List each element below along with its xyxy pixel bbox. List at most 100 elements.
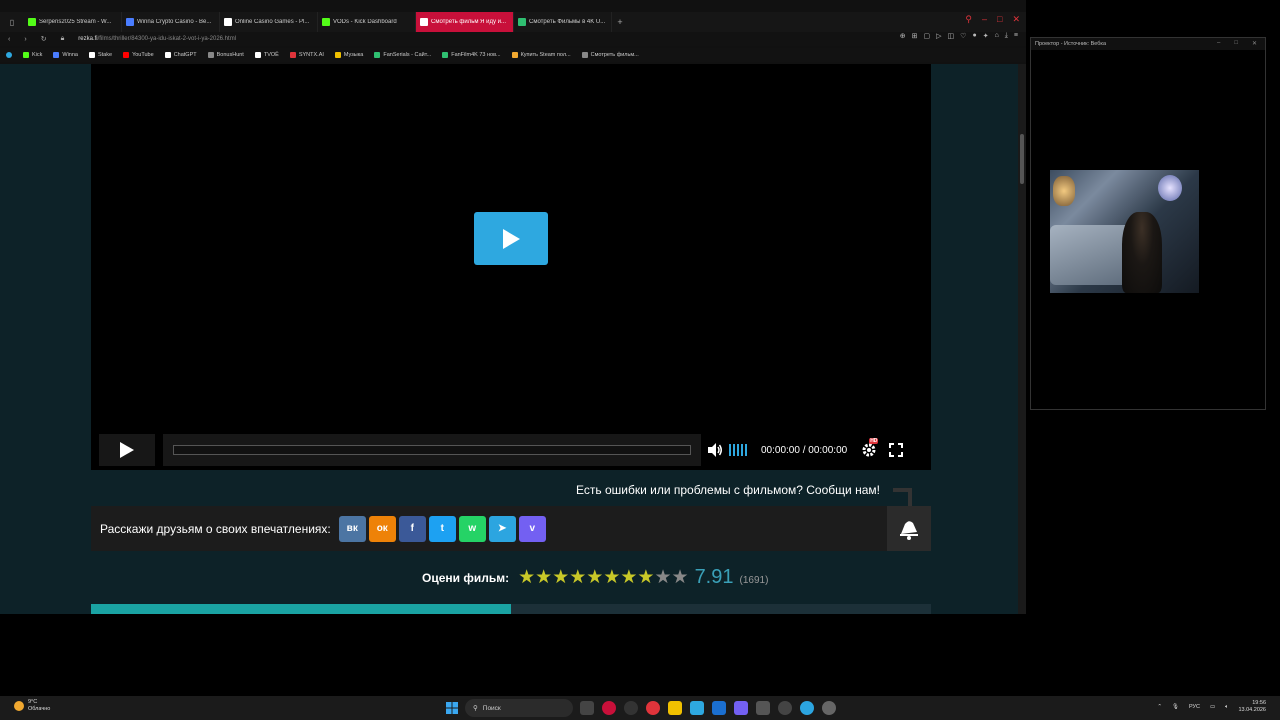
volume-icon[interactable] xyxy=(707,442,723,458)
bookmark-item[interactable]: Купить Steam пол... xyxy=(511,52,571,58)
projector-minimize[interactable]: – xyxy=(1217,40,1220,47)
weather-widget[interactable]: 9°C Облачно xyxy=(14,699,50,713)
browser-tab[interactable]: Winna Crypto Casino - Be... xyxy=(122,12,220,32)
task-view-icon[interactable] xyxy=(580,701,594,715)
bookmark-item[interactable]: BonusHunt xyxy=(207,52,244,58)
bookmark-item[interactable]: Kick xyxy=(23,52,42,58)
bookmark-item[interactable]: ChatGPT xyxy=(164,52,197,58)
rating-star[interactable]: ★ xyxy=(518,568,535,587)
share-viber-button[interactable]: v xyxy=(518,515,546,542)
tick-app-icon[interactable] xyxy=(690,701,704,715)
share-facebook-button[interactable]: f xyxy=(398,515,426,542)
browser-tab[interactable]: Смотреть фильм Я иду и... xyxy=(416,12,514,32)
explorer-icon[interactable] xyxy=(668,701,682,715)
rating-star[interactable]: ★ xyxy=(654,568,671,587)
share-odnoklassniki-button[interactable]: ок xyxy=(368,515,396,542)
network-icon[interactable]: ▭ xyxy=(1210,704,1215,710)
windows-start-icon[interactable] xyxy=(446,702,458,714)
bookmark-item[interactable]: Музыка xyxy=(334,52,363,58)
bookmark-favicon-icon xyxy=(442,52,449,58)
page-scrollbar[interactable] xyxy=(1018,64,1026,614)
lock-icon[interactable]: ⌂ xyxy=(995,32,999,40)
browser-tab[interactable]: Online Casino Games - Pl... xyxy=(220,12,318,32)
download-icon[interactable]: ⤓ xyxy=(1005,32,1008,40)
rating-star[interactable]: ★ xyxy=(672,568,689,587)
rating-stars[interactable]: ★ ★ ★ ★ ★ ★ ★ ★ ★ ★ xyxy=(518,568,688,587)
bookmark-item[interactable]: SYNTX.AI xyxy=(289,52,324,58)
screenshot-icon[interactable]: ▢ xyxy=(924,32,931,40)
browser-tab[interactable]: VODs - Kick Dashboard xyxy=(318,12,416,32)
apps-icon[interactable] xyxy=(6,52,12,58)
close-button[interactable]: ✕ xyxy=(1012,14,1020,25)
extensions-icon[interactable]: ✦ xyxy=(983,32,989,40)
bookmark-item[interactable]: YouTube xyxy=(123,52,154,58)
maximize-button[interactable]: □ xyxy=(997,14,1002,25)
share-whatsapp-button[interactable]: w xyxy=(458,515,486,542)
clock[interactable]: 19:56 13.04.2026 xyxy=(1238,700,1266,714)
rating-star[interactable]: ★ xyxy=(569,568,586,587)
active-tab-indicator[interactable] xyxy=(91,604,511,614)
report-problem-link[interactable]: Есть ошибки или проблемы с фильмом? Сооб… xyxy=(576,483,880,497)
site-info-icon[interactable]: 🔒︎ xyxy=(61,35,65,43)
opera-gx-icon[interactable] xyxy=(624,701,638,715)
twitch-icon[interactable] xyxy=(734,701,748,715)
forward-button[interactable]: › xyxy=(24,36,26,43)
bookmark-icon[interactable]: ⊞ xyxy=(912,32,918,40)
tray-overflow-icon[interactable]: ⌃ xyxy=(1157,704,1162,710)
bookmark-label: TVOЁ xyxy=(263,52,279,58)
rating-star[interactable]: ★ xyxy=(603,568,620,587)
obs-icon[interactable] xyxy=(778,701,792,715)
speaker-icon[interactable]: 🔈︎ xyxy=(1225,704,1228,711)
bookmark-item[interactable]: Stake xyxy=(88,52,112,58)
wallet-icon[interactable]: ◫ xyxy=(948,32,955,40)
language-indicator[interactable]: РУС xyxy=(1189,704,1200,710)
zoom-icon[interactable]: ⊕ xyxy=(900,32,906,40)
share-vk-button[interactable]: вк xyxy=(338,515,366,542)
profile-icon[interactable]: ● xyxy=(972,32,976,40)
bookmark-item[interactable]: TVOЁ xyxy=(254,52,279,58)
heart-icon[interactable]: ♡ xyxy=(960,32,966,40)
progress-track[interactable] xyxy=(163,434,701,466)
url-field[interactable]: rezka.fi/films/thriller/84300-ya-idu-isk… xyxy=(78,36,236,42)
tab-list-icon[interactable]: ▯ xyxy=(0,12,24,32)
menu-icon[interactable]: ≡ xyxy=(1014,32,1018,40)
play-button[interactable] xyxy=(99,434,155,466)
bookmark-item[interactable]: Смотреть фильм... xyxy=(581,52,639,58)
rating-star[interactable]: ★ xyxy=(620,568,637,587)
rating-star[interactable]: ★ xyxy=(552,568,569,587)
telegram-icon[interactable] xyxy=(800,701,814,715)
share-telegram-button[interactable]: ➤ xyxy=(488,515,516,542)
notify-button[interactable] xyxy=(887,506,931,551)
back-button[interactable]: ‹ xyxy=(8,36,10,43)
browser-tab[interactable]: Смотреть Фильмы в 4K U... xyxy=(514,12,612,32)
browser-tab[interactable]: Serpens2025 Stream - W... xyxy=(24,12,122,32)
mic-icon[interactable]: 🎙︎ xyxy=(1172,704,1179,710)
rating-star[interactable]: ★ xyxy=(586,568,603,587)
bookmark-item[interactable]: Winna xyxy=(53,52,78,58)
opera-icon[interactable] xyxy=(602,701,616,715)
big-play-button[interactable] xyxy=(474,212,548,265)
minimize-button[interactable]: – xyxy=(982,14,987,25)
defender-icon[interactable] xyxy=(712,701,726,715)
projector-maximize[interactable]: □ xyxy=(1234,40,1238,47)
scroll-thumb[interactable] xyxy=(1020,134,1024,184)
bookmark-item[interactable]: FanFilm4K 73 нов... xyxy=(442,52,501,58)
share-twitter-button[interactable]: t xyxy=(428,515,456,542)
player-icon[interactable]: ▷ xyxy=(936,32,941,40)
volume-slider[interactable] xyxy=(729,444,747,456)
video-player[interactable]: 00:00:00 / 00:00:00 HD xyxy=(91,64,931,470)
search-tabs-icon[interactable]: ⚲ xyxy=(965,14,972,25)
progress-bar[interactable] xyxy=(173,445,691,455)
projector-close[interactable]: ✕ xyxy=(1252,40,1257,47)
settings-button[interactable]: HD xyxy=(861,438,879,458)
new-tab-button[interactable]: + xyxy=(612,12,628,32)
rating-star[interactable]: ★ xyxy=(637,568,654,587)
yandex-icon[interactable] xyxy=(646,701,660,715)
fullscreen-icon[interactable] xyxy=(889,443,904,457)
unity-icon[interactable] xyxy=(756,701,770,715)
taskbar-search[interactable]: ⚲ Поиск xyxy=(465,699,573,717)
reload-button[interactable]: ↻ xyxy=(41,35,47,43)
bookmark-item[interactable]: FanSerials - Сайт... xyxy=(374,52,431,58)
settings-app-icon[interactable] xyxy=(822,701,836,715)
rating-star[interactable]: ★ xyxy=(535,568,552,587)
